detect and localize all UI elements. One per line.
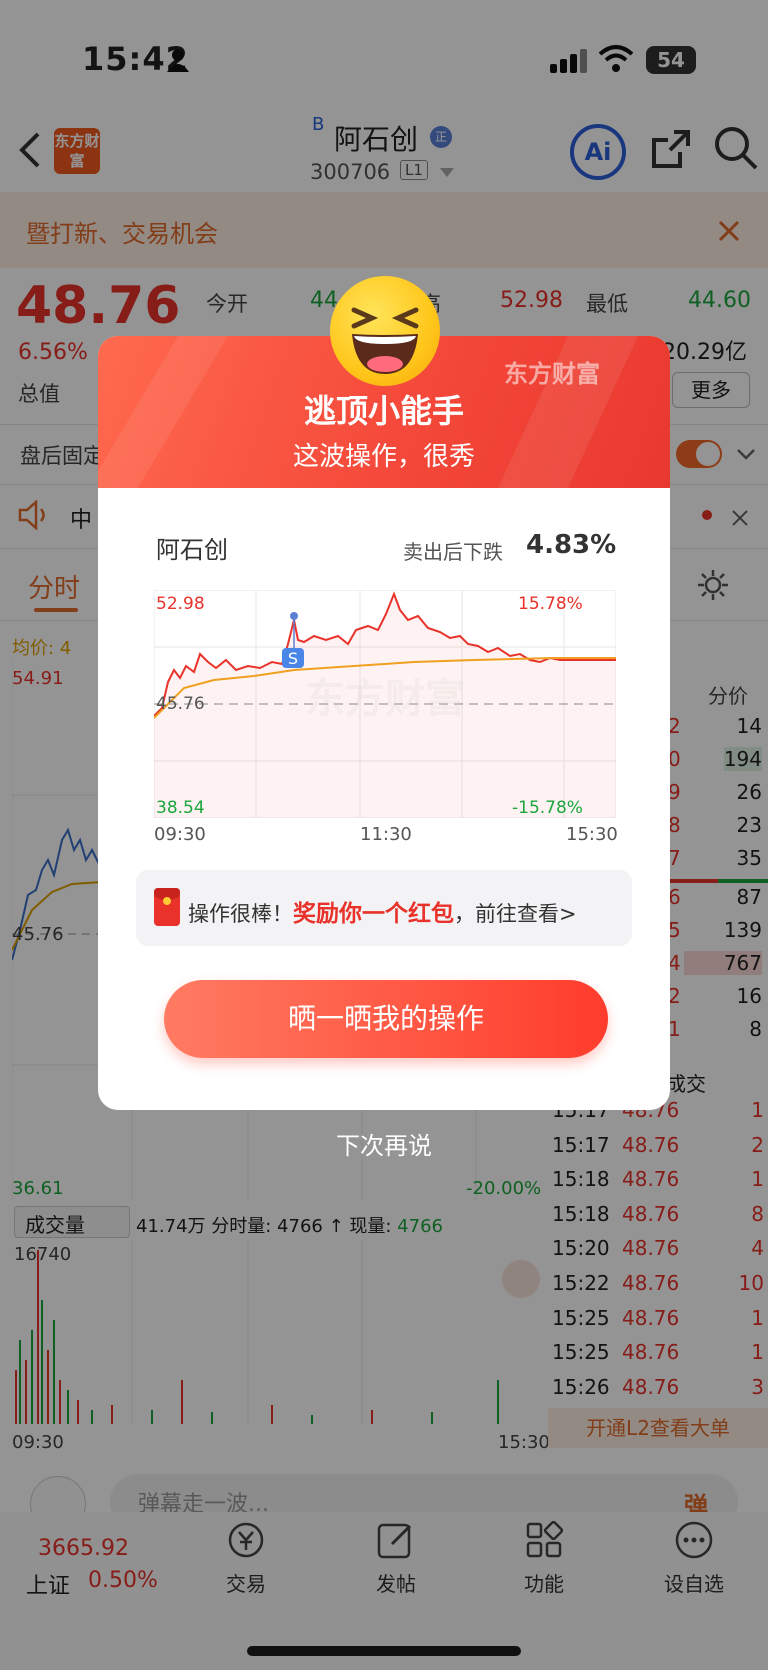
chart-bottom-pct: -15.78% bbox=[512, 798, 583, 818]
home-indicator[interactable] bbox=[247, 1646, 521, 1656]
reward-modal: 东方财富 逃顶小能手 这波操作，很秀 阿石创 卖出后下跌 4.83% S 东方财… bbox=[98, 336, 670, 1110]
reward-text[interactable]: 操作很棒！奖励你一个红包，前往查看> bbox=[188, 894, 577, 928]
chart-bottom-value: 38.54 bbox=[156, 798, 205, 818]
sell-point bbox=[290, 612, 298, 620]
modal-subtitle: 这波操作，很秀 bbox=[292, 442, 475, 472]
drop-value: 4.83% bbox=[526, 530, 617, 560]
later-button[interactable]: 下次再说 bbox=[0, 1126, 768, 1161]
chart-time-end: 15:30 bbox=[566, 824, 618, 845]
trade-chart: S 东方财富 bbox=[154, 590, 616, 818]
chart-time-mid: 11:30 bbox=[360, 824, 412, 845]
modal-brand: 东方财富 bbox=[504, 360, 600, 388]
chart-watermark: 东方财富 bbox=[305, 676, 465, 722]
chart-time-start: 09:30 bbox=[154, 824, 206, 845]
chart-top-value: 52.98 bbox=[156, 594, 205, 614]
drop-label: 卖出后下跌 bbox=[403, 540, 503, 564]
red-envelope-icon bbox=[154, 888, 180, 926]
share-operation-button[interactable]: 晒一晒我的操作 bbox=[164, 980, 608, 1058]
laughing-emoji-icon bbox=[330, 276, 440, 386]
chart-mid-value: 45.76 bbox=[156, 694, 205, 714]
sell-marker-text: S bbox=[288, 649, 298, 668]
modal-stock-name: 阿石创 bbox=[156, 536, 228, 564]
chart-top-pct: 15.78% bbox=[518, 594, 583, 614]
modal-title: 逃顶小能手 bbox=[303, 392, 464, 430]
